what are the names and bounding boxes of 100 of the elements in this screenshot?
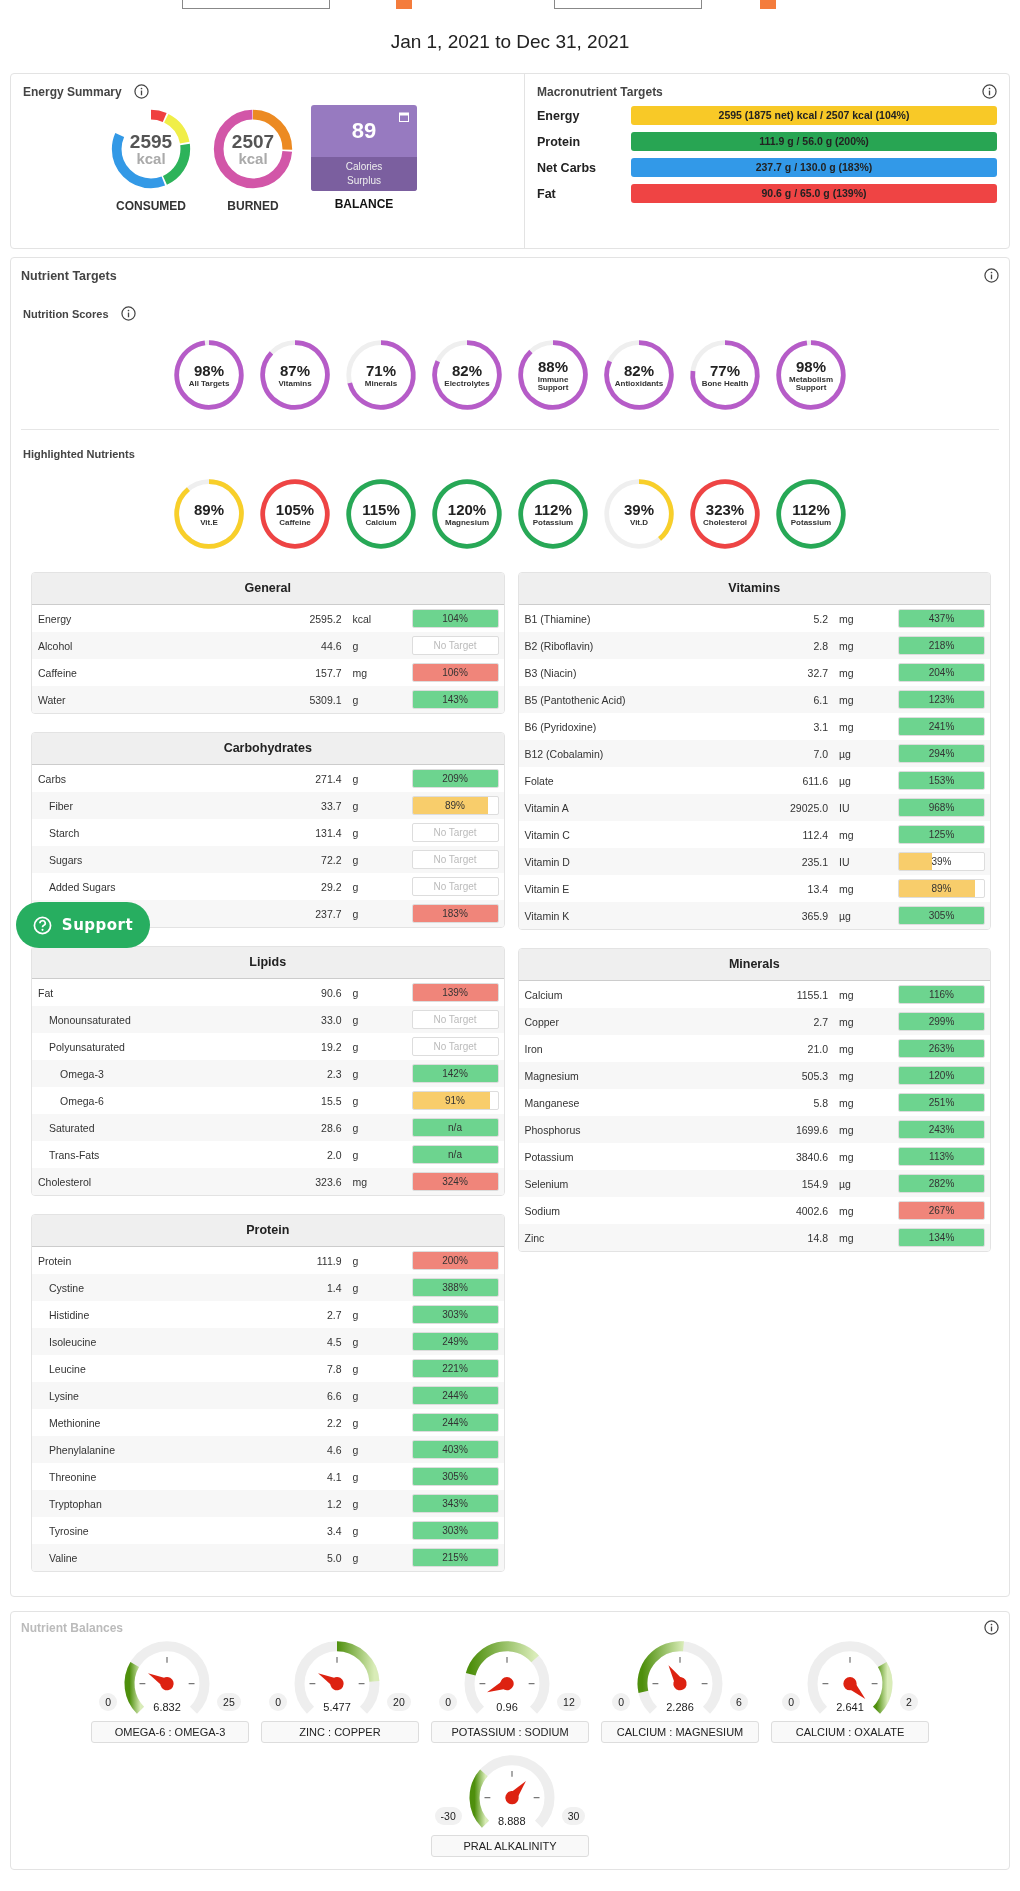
section-title: Nutrient Targets (21, 268, 117, 283)
nutrient-name: Polyunsaturated (49, 1040, 125, 1053)
nutrient-name: Potassium (524, 1150, 574, 1163)
info-icon[interactable] (984, 1620, 999, 1635)
amount-cell-text: 3840.6 (794, 1150, 828, 1163)
table-title: General (32, 573, 504, 605)
score-value: 112% (534, 501, 572, 517)
amount-cell-text: 237.7 (314, 907, 342, 920)
nutrient-name: Lysine (49, 1389, 79, 1402)
unit-cell-text: g (351, 1013, 360, 1026)
gauge-max: 12 (557, 1693, 581, 1711)
date-range-title: Jan 1, 2021 to Dec 31, 2021 (389, 31, 631, 53)
nutrient-name: Vitamin K (524, 909, 570, 922)
amount-cell-text: 365.9 (800, 909, 828, 922)
target-bar: 142% (411, 1064, 499, 1083)
unit-cell-text: mg (838, 1123, 855, 1136)
support-button[interactable]: Support (16, 902, 150, 948)
info-icon[interactable] (984, 268, 999, 283)
target-bar: 215% (411, 1548, 499, 1567)
amount-cell-text: 5.8 (812, 1096, 828, 1109)
score-label: Bone Health (700, 379, 750, 388)
gauge-min: 0 (269, 1693, 288, 1711)
score-label: Caffeine (278, 518, 312, 527)
unit-cell-text: g (351, 799, 360, 812)
score-value: 112% (792, 501, 830, 517)
info-icon[interactable] (982, 84, 997, 99)
unit-cell-text: mg (838, 882, 855, 895)
target-bar: 303% (411, 1305, 499, 1324)
amount-cell-text: 4.1 (325, 1470, 342, 1483)
section-title: Energy Summary (23, 84, 122, 99)
nutrient-name: Fiber (49, 799, 73, 812)
unit-cell-text: mg (838, 828, 855, 841)
macro-bar: 90.6 g / 65.0 g (139%) (631, 184, 997, 203)
info-icon[interactable] (133, 84, 149, 99)
table-title: Lipids (32, 947, 504, 979)
info-icon[interactable] (120, 306, 136, 321)
gauge-max: 2 (900, 1693, 918, 1711)
amount-cell-text: 5.0 (325, 1551, 342, 1564)
calorie-value: 2595 (129, 132, 173, 151)
amount-cell-text: 2.3 (325, 1067, 342, 1080)
macro-bar: 2595 (1875 net) kcal / 2507 kcal (104%) (631, 106, 997, 125)
nutrient-name: Phosphorus (524, 1123, 581, 1136)
nutrient-name: Isoleucine (49, 1335, 97, 1348)
nutrient-name: B12 (Cobalamin) (524, 747, 604, 760)
unit-label: kcal (136, 151, 166, 166)
amount-cell-text: 157.7 (314, 666, 342, 679)
target-bar: 200% (411, 1251, 499, 1270)
score-label: Vit.D (628, 518, 650, 527)
amount-cell-text: 28.6 (320, 1121, 342, 1134)
score-label: Minerals (363, 379, 399, 388)
unit-cell-text: g (351, 1443, 360, 1456)
unit-cell-text: g (351, 1551, 360, 1564)
gauge-value: 8.888 (498, 1815, 526, 1827)
unit-cell-text: g (351, 1148, 360, 1161)
amount-cell-text: 111.9 (315, 1254, 342, 1267)
score-value: 82% (452, 362, 482, 378)
unit-cell-text: g (351, 1121, 360, 1134)
score-label: Cholesterol (702, 518, 748, 527)
amount-cell-text: 29025.0 (789, 801, 828, 814)
target-bar: 244% (411, 1413, 499, 1432)
nutrient-name: Trans-Fats (49, 1148, 100, 1161)
gauge-min: 0 (782, 1693, 800, 1711)
no-target-badge: No Target (411, 636, 499, 655)
target-bar: 218% (898, 636, 985, 655)
amount-cell-text: 1699.6 (794, 1123, 828, 1136)
amount-cell-text: 131.4 (314, 826, 342, 839)
amount-cell-text: 7.8 (325, 1362, 342, 1375)
unit-cell-text: g (351, 1067, 360, 1080)
target-bar: 139% (411, 983, 499, 1002)
gauge-label: CALCIUM : MAGNESIUM (601, 1721, 759, 1743)
target-bar: 183% (411, 904, 499, 923)
unit-cell-text: g (351, 986, 360, 999)
unit-cell-text: g (351, 1389, 360, 1402)
target-bar: 244% (411, 1386, 499, 1405)
nutrient-name: Tryptophan (49, 1497, 102, 1510)
target-bar: 91% (411, 1091, 499, 1110)
unit-cell-text: g (351, 1470, 360, 1483)
amount-cell-text: 13.4 (806, 882, 828, 895)
unit-cell-text: mg (838, 666, 855, 679)
target-bar: 120% (898, 1066, 985, 1085)
amount-cell-text: 235.1 (800, 855, 828, 868)
amount-cell-text: 2.7 (812, 1015, 828, 1028)
unit-cell-text: IU (838, 855, 851, 868)
macro-label: Energy (537, 108, 581, 123)
score-value: 98% (194, 362, 224, 378)
unit-cell-text: mg (838, 988, 855, 1001)
gauge-needle (487, 1677, 514, 1693)
unit-cell-text: g (351, 1281, 360, 1294)
no-target-badge: No Target (411, 1037, 499, 1056)
unit-cell-text: µg (838, 1177, 852, 1190)
section-title: Nutrient Balances (21, 1620, 124, 1635)
section-title: Macronutrient Targets (537, 84, 663, 99)
score-value: 71% (366, 362, 396, 378)
nutrient-name: Cholesterol (38, 1175, 92, 1188)
target-bar: 324% (411, 1172, 499, 1191)
score-label: Electrolytes (443, 379, 491, 388)
unit-cell-text: g (351, 1362, 360, 1375)
amount-cell-text: 154.9 (800, 1177, 828, 1190)
unit-cell-text: mg (838, 693, 855, 706)
score-label: All Targets (187, 379, 231, 388)
